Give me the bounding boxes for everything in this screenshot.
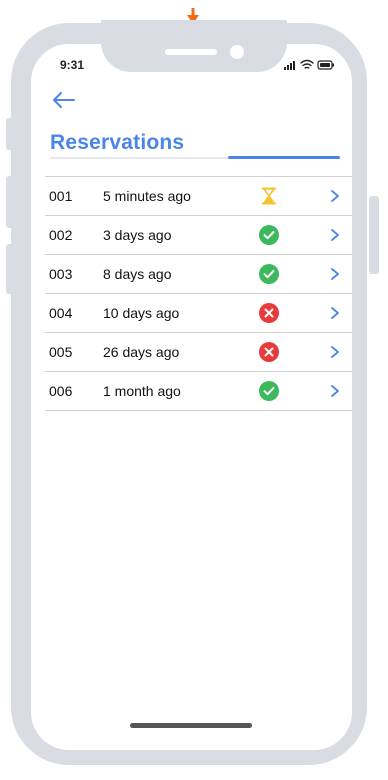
chevron-right-icon[interactable] [329, 228, 341, 242]
reservation-id: 003 [49, 266, 73, 282]
wifi-icon [300, 59, 314, 69]
notch [101, 20, 287, 72]
speaker [165, 49, 217, 55]
reservation-row[interactable]: 002 3 days ago [45, 216, 353, 255]
power-button [369, 196, 379, 274]
reservation-row[interactable]: 001 5 minutes ago [45, 176, 353, 216]
reservation-id: 004 [49, 305, 73, 321]
check-circle-icon [259, 381, 279, 401]
reservation-time: 3 days ago [103, 227, 172, 243]
reservation-row[interactable]: 004 10 days ago [45, 294, 353, 333]
hourglass-icon [259, 186, 279, 206]
check-circle-icon [259, 264, 279, 284]
title-underline-active [228, 156, 340, 159]
reservation-row[interactable]: 005 26 days ago [45, 333, 353, 372]
reservation-time: 10 days ago [103, 305, 180, 321]
back-arrow-icon[interactable] [52, 90, 76, 110]
chevron-right-icon[interactable] [329, 384, 341, 398]
reservation-row[interactable]: 003 8 days ago [45, 255, 353, 294]
chevron-right-icon[interactable] [329, 189, 341, 203]
reservation-id: 002 [49, 227, 73, 243]
status-time: 9:31 [60, 58, 85, 72]
x-circle-icon [259, 303, 279, 323]
signal-icon [284, 61, 295, 70]
chevron-right-icon[interactable] [329, 345, 341, 359]
reservation-id: 005 [49, 344, 73, 360]
reservation-time: 5 minutes ago [103, 188, 191, 204]
x-circle-icon [259, 342, 279, 362]
page-title: Reservations [50, 131, 185, 154]
reservations-list: 001 5 minutes ago 002 3 days ago 003 8 d… [45, 176, 353, 411]
reservation-id: 006 [49, 383, 73, 399]
reservation-time: 26 days ago [103, 344, 180, 360]
battery-icon [317, 60, 334, 70]
reservation-time: 1 month ago [103, 383, 181, 399]
reservation-time: 8 days ago [103, 266, 172, 282]
chevron-right-icon[interactable] [329, 267, 341, 281]
home-indicator[interactable] [130, 723, 252, 728]
chevron-right-icon[interactable] [329, 306, 341, 320]
reservation-id: 001 [49, 188, 73, 204]
reservation-row[interactable]: 006 1 month ago [45, 372, 353, 411]
front-camera [230, 45, 244, 59]
check-circle-icon [259, 225, 279, 245]
status-icons [284, 59, 334, 70]
